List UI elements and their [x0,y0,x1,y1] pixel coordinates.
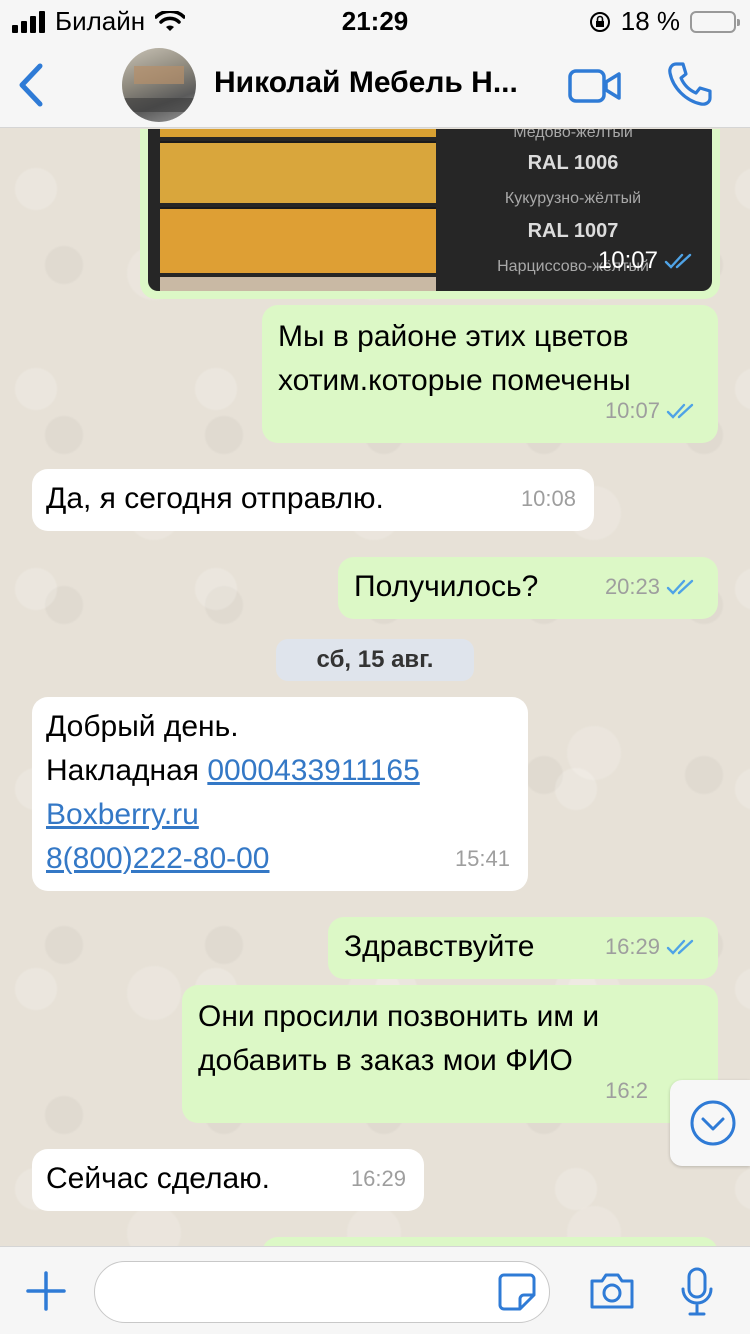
plus-icon[interactable] [24,1269,68,1313]
message-time: 16:29 [605,925,700,969]
outgoing-message-partial[interactable] [262,1237,718,1246]
read-ticks-icon [666,579,694,595]
status-bar: Билайн 21:29 18 % [0,0,750,40]
message-time: 10:07 [598,239,698,283]
phone-number-link[interactable]: 8(800)222-80-00 [46,842,270,875]
message-text: Да, я сегодня отправлю. [46,482,384,515]
message-time: 15:41 [454,846,510,871]
message-text: Они просили позвонить им и [198,1000,600,1033]
date-separator: сб, 15 авг. [276,639,474,681]
scroll-to-bottom-button[interactable] [670,1080,750,1166]
website-link[interactable]: Boxberry.ru [46,798,199,831]
message-input[interactable] [94,1261,550,1323]
message-time: 16:2 [605,1078,648,1103]
tracking-number-link[interactable]: 0000433911165 [207,754,419,787]
sticker-icon[interactable] [498,1273,536,1311]
read-ticks-icon [666,403,694,419]
color-swatch-ral-1006 [160,141,436,203]
message-text: Добрый день. [46,710,239,743]
color-chart-image[interactable]: Медово-жёлтый RAL 1006 Кукурузно-жёлтый … [148,129,712,291]
contact-avatar[interactable] [122,48,196,122]
image-message[interactable]: Медово-жёлтый RAL 1006 Кукурузно-жёлтый … [140,129,720,299]
read-ticks-icon [664,253,692,269]
message-time: 10:07 [605,389,700,433]
outgoing-message[interactable]: Здравствуйте 16:29 [328,917,718,979]
outgoing-message[interactable]: Получилось? 20:23 [338,557,718,619]
message-time: 10:08 [520,486,576,511]
outgoing-message[interactable]: Они просили позвонить им и добавить в за… [182,985,718,1123]
message-text: Мы в районе этих цветов [278,320,629,353]
chat-area[interactable]: Медово-жёлтый RAL 1006 Кукурузно-жёлтый … [0,129,750,1246]
message-time: 20:23 [605,565,700,609]
outgoing-message[interactable]: Мы в районе этих цветов хотим.которые по… [262,305,718,443]
contact-name[interactable]: Николай Мебель Н... [214,66,554,100]
incoming-message[interactable]: Добрый день. Накладная 0000433911165 Box… [32,697,528,891]
status-right: 18 % [589,6,740,37]
phone-icon[interactable] [666,60,714,108]
camera-icon[interactable] [588,1271,636,1311]
message-time: 16:29 [350,1166,406,1191]
read-ticks-icon [666,939,694,955]
battery-icon [690,10,740,33]
chat-header: Николай Мебель Н... [0,40,750,128]
microphone-icon[interactable] [680,1267,714,1317]
color-swatch-ral-1007 [160,207,436,273]
composer-bar [0,1246,750,1334]
battery-percent: 18 % [620,6,680,36]
color-swatch [160,129,436,137]
back-chevron-icon[interactable] [14,62,50,108]
message-text: Накладная 0000433911165 [46,754,420,787]
color-swatch [160,277,436,291]
incoming-message[interactable]: Сейчас сделаю. 16:29 [32,1149,424,1211]
video-call-icon[interactable] [568,66,622,106]
orientation-lock-icon [589,11,610,32]
incoming-message[interactable]: Да, я сегодня отправлю. 10:08 [32,469,594,531]
chevron-down-icon [690,1100,736,1146]
